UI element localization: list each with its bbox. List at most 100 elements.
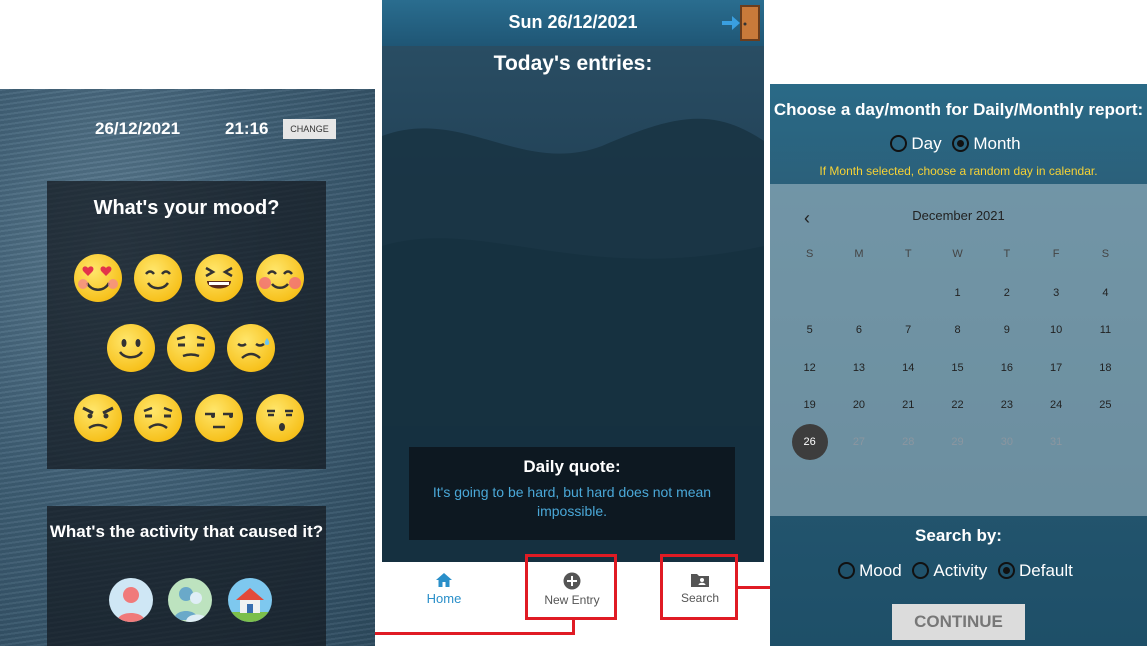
calendar-day[interactable]	[884, 280, 933, 317]
home-header: Sun 26/12/2021	[382, 0, 764, 46]
calendar-day[interactable]: 15	[933, 355, 982, 392]
calendar: ‹ December 2021 S M T W T F S 1 2 3 4 5 …	[770, 184, 1147, 516]
change-datetime-button[interactable]: CHANGE	[283, 119, 336, 139]
month-radio[interactable]	[952, 135, 970, 153]
calendar-day[interactable]: 6	[834, 317, 883, 354]
unamused-emoji[interactable]	[195, 394, 243, 442]
weekday: S	[1101, 248, 1110, 260]
calendar-day[interactable]: 7	[884, 317, 933, 354]
sad-sweat-emoji[interactable]	[227, 324, 275, 372]
calendar-day[interactable]: 8	[933, 317, 982, 354]
calendar-day[interactable]: 13	[834, 355, 883, 392]
connector-new-entry-horizontal	[375, 632, 575, 635]
calendar-day[interactable]: 2	[982, 280, 1031, 317]
connector-new-entry-vertical	[572, 619, 575, 635]
calendar-day[interactable]: 28	[884, 429, 933, 466]
entries-title: Today's entries:	[493, 52, 653, 75]
mood-entry-screen: 26/12/2021 21:16 CHANGE What's your mood…	[0, 89, 375, 646]
calendar-day[interactable]: 14	[884, 355, 933, 392]
weekday: F	[1052, 248, 1060, 260]
frowning-emoji[interactable]	[134, 394, 182, 442]
calendar-day[interactable]: 1	[933, 280, 982, 317]
calendar-day[interactable]	[785, 280, 834, 317]
day-radio[interactable]	[890, 135, 908, 153]
report-screen: Choose a day/month for Daily/Monthly rep…	[770, 84, 1147, 646]
home-icon[interactable]	[228, 578, 272, 622]
doubtful-emoji[interactable]	[167, 324, 215, 372]
period-radio-group: Day Month	[770, 133, 1147, 154]
weekday: T	[904, 248, 912, 260]
home-nav-icon	[436, 573, 452, 587]
nav-home-label: Home	[426, 591, 462, 606]
search-radio-group: Mood Activity Default	[770, 560, 1147, 581]
calendar-day-selected[interactable]: 26	[785, 424, 834, 466]
day-label: Day	[911, 133, 942, 153]
weekday: S	[805, 248, 814, 260]
calendar-day[interactable]: 29	[933, 429, 982, 466]
calendar-day[interactable]: 11	[1081, 317, 1130, 354]
week-row: 12 13 14 15 16 17 18	[785, 355, 1135, 392]
week-row: 5 6 7 8 9 10 11	[785, 317, 1135, 354]
heart-eyes-emoji[interactable]	[74, 254, 122, 302]
calendar-day[interactable]: 22	[933, 392, 982, 429]
calendar-day[interactable]: 24	[1031, 392, 1080, 429]
calendar-day[interactable]: 10	[1031, 317, 1080, 354]
whistling-emoji[interactable]	[256, 394, 304, 442]
default-label: Default	[1018, 560, 1073, 580]
person-icon[interactable]	[109, 578, 153, 622]
mood-picker: What's your mood?	[47, 181, 326, 469]
week-row: 26 27 28 29 30 31	[785, 424, 1135, 466]
exit-door-icon[interactable]	[720, 3, 762, 43]
entry-date: 26/12/2021	[95, 119, 181, 138]
calendar-day[interactable]: 23	[982, 392, 1031, 429]
activity-radio[interactable]	[912, 562, 930, 580]
daily-quote-card: Daily quote: It's going to be hard, but …	[409, 447, 735, 540]
month-label: Month	[973, 133, 1021, 153]
calendar-day[interactable]: 12	[785, 355, 834, 392]
mood-label: Mood	[859, 560, 902, 580]
continue-button[interactable]: CONTINUE	[892, 604, 1025, 640]
calendar-day[interactable]: 25	[1081, 392, 1130, 429]
connector-search	[737, 586, 770, 589]
nav-home[interactable]: Home	[396, 562, 492, 622]
quote-title: Daily quote:	[523, 457, 621, 476]
month-hint: If Month selected, choose a random day i…	[819, 164, 1098, 178]
calendar-day[interactable]: 31	[1031, 429, 1080, 466]
selected-day-label: 26	[791, 424, 828, 461]
smile-emoji[interactable]	[107, 324, 155, 372]
weekday: W	[952, 248, 963, 260]
quote-text: It's going to be hard, but hard does not…	[432, 484, 712, 519]
calendar-day[interactable]	[834, 280, 883, 317]
calendar-day[interactable]: 9	[982, 317, 1031, 354]
calendar-day[interactable]: 20	[834, 392, 883, 429]
calendar-day[interactable]: 5	[785, 317, 834, 354]
laughing-emoji[interactable]	[195, 254, 243, 302]
search-by-title: Search by:	[915, 526, 1002, 545]
search-highlight	[660, 554, 738, 620]
activity-title: What's the activity that caused it?	[49, 522, 324, 541]
calendar-day[interactable]: 27	[834, 429, 883, 466]
default-radio[interactable]	[997, 562, 1015, 580]
calendar-day[interactable]: 18	[1081, 355, 1130, 392]
entries-area: Today's entries: Daily quote: It's going…	[382, 46, 764, 562]
calendar-grid: S M T W T F S 1 2 3 4 5 6 7 8 9 10 11 12…	[785, 248, 1135, 466]
week-row: 1 2 3 4	[785, 280, 1135, 317]
blushing-emoji[interactable]	[256, 254, 304, 302]
calendar-day[interactable]	[1081, 429, 1130, 466]
report-title: Choose a day/month for Daily/Monthly rep…	[773, 100, 1144, 119]
calendar-day[interactable]: 30	[982, 429, 1031, 466]
happy-emoji[interactable]	[134, 254, 182, 302]
angry-emoji[interactable]	[74, 394, 122, 442]
mood-radio[interactable]	[838, 562, 856, 580]
calendar-day[interactable]: 16	[982, 355, 1031, 392]
header-date: Sun 26/12/2021	[508, 12, 638, 32]
mood-title: What's your mood?	[93, 197, 280, 219]
home-screen: Sun 26/12/2021 Today's entries: Daily qu…	[382, 0, 764, 646]
weekday: M	[854, 248, 864, 260]
calendar-day[interactable]: 3	[1031, 280, 1080, 317]
calendar-day[interactable]: 21	[884, 392, 933, 429]
calendar-day[interactable]: 17	[1031, 355, 1080, 392]
calendar-day[interactable]: 4	[1081, 280, 1130, 317]
calendar-month: December 2021	[912, 208, 1005, 223]
people-icon[interactable]	[168, 578, 212, 622]
